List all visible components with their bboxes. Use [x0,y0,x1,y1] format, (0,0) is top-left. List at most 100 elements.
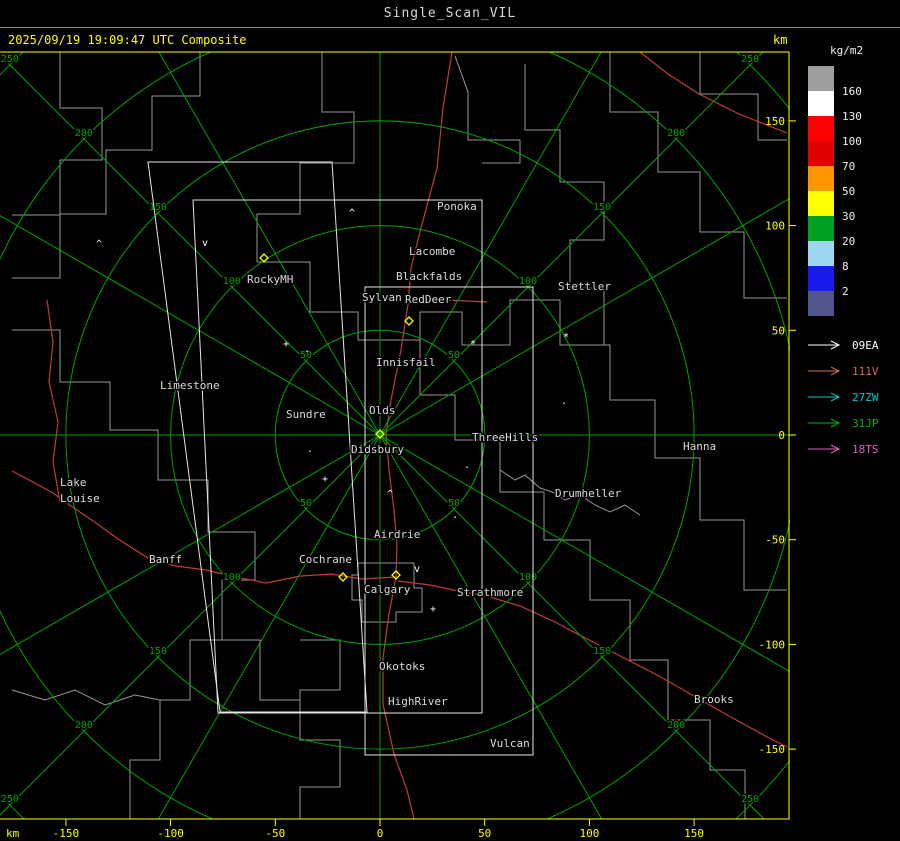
range-label: 50 [448,498,460,509]
azimuth-spoke [0,215,381,436]
county-boundary [11,689,161,706]
town-marker: . [561,396,567,407]
range-label: 150 [149,202,167,213]
radar-site-id: 111V [852,364,879,378]
city-label: ThreeHills [472,431,538,444]
city-label: Calgary [364,583,411,596]
city-label: Sundre [286,408,326,421]
range-label: 200 [667,128,685,139]
range-label: 150 [593,202,611,213]
legend-panel: kg/m2 160 130 100 70 50 30 20 8 2 09EA 111V 27ZW 31… [802,44,898,462]
azimuth-spoke [379,434,603,819]
town-marker: + [430,604,436,615]
town-marker: . [464,460,470,471]
town-marker: v [202,238,208,249]
range-label: 250 [741,54,759,65]
bottom-axis-label: 150 [684,827,704,840]
scale-swatch [808,166,834,191]
city-label: Stettler [558,280,611,293]
city-labels: Ponoka Lacombe Blackfalds Sylvan RedDeer Rock… [59,199,736,752]
radar-site-id: 27ZW [852,390,879,404]
scale-swatch [808,91,834,116]
range-label: 250 [1,794,19,805]
county-boundary [299,639,341,819]
right-axis-label: 150 [765,115,785,128]
range-rings: 50 50 50 50 100 100 100 100 150 150 150 150 200 200 20… [0,52,790,819]
range-ring [0,52,790,819]
town-marker: v [414,564,420,575]
town-marker: * [470,339,476,350]
color-scale: 160 130 100 70 50 30 20 8 2 [802,66,898,316]
scale-entry: 8 [802,241,898,273]
station-diamond-marker [338,572,348,582]
city-label: Lake [60,476,87,489]
city-label: Airdrie [374,528,420,541]
scale-swatch [808,66,834,91]
city-label: Okotoks [379,660,425,673]
bottom-axis-label: 100 [579,827,599,840]
range-label: 150 [593,646,611,657]
town-marker: . [304,344,310,355]
range-label: 100 [519,572,537,583]
county-boundary [256,52,355,262]
county-boundary [222,639,300,701]
city-label: Limestone [160,379,220,392]
right-axis-label: -50 [765,534,785,547]
scale-entry: 100 [802,116,898,148]
scale-entry: 160 [802,66,898,98]
city-label: Didsbury [351,443,404,456]
city-label: RockyMH [247,273,293,286]
city-label: Ponoka [437,200,477,213]
town-marker: . [307,444,313,455]
town-marker: ^ [96,239,102,250]
radar-site-arrow-icon [808,444,841,454]
city-label: Banff [149,553,182,566]
radar-map[interactable]: 50 50 50 50 100 100 100 100 150 150 150 150 200 200 20… [0,0,800,841]
range-label: 200 [75,128,93,139]
scale-entry: 130 [802,91,898,123]
town-marker: ^ [349,208,355,219]
town-marker: + [322,474,328,485]
range-label: 50 [300,498,312,509]
radar-site-id: 31JP [852,416,879,430]
range-ring [0,52,790,819]
azimuth-spoke [379,52,602,436]
town-marker: + [283,339,289,350]
town-marker: . [452,510,458,521]
scale-swatch [808,191,834,216]
radar-site-arrow-icon [808,366,841,376]
range-label: 100 [519,276,537,287]
city-label: Innisfail [376,356,436,369]
range-label: 150 [149,646,167,657]
city-label: Cochrane [299,553,352,566]
county-boundary [12,329,256,819]
bottom-axis-label: 50 [478,827,491,840]
right-axis-label: 0 [778,429,785,442]
city-label: Sylvan [362,291,402,304]
county-boundary [604,344,787,591]
county-boundary [12,52,201,279]
range-label: 100 [223,572,241,583]
scale-entry: 50 [802,166,898,198]
radar-sites-legend: 09EA 111V 27ZW 31JP 18TS [802,332,898,462]
bottom-axis-label: -50 [265,827,285,840]
radar-site-id: 18TS [852,442,879,456]
radar-site-arrow-icon [808,392,841,402]
city-label: Hanna [683,440,716,453]
bottom-axis-unit: km [6,827,20,840]
range-label: 250 [1,54,19,65]
range-label: 250 [741,794,759,805]
right-axis-label: -100 [759,638,786,651]
city-label: Drumheller [555,487,622,500]
scale-swatch [808,216,834,241]
city-label: RedDeer [405,293,452,306]
scale-entry [802,291,898,316]
highway [397,580,788,748]
azimuth-spoke [157,434,381,819]
range-label: 200 [75,720,93,731]
radar-site-arrow-icon [808,418,841,428]
city-label: Lacombe [409,245,455,258]
town-marker: ^ [387,489,393,500]
scale-entry: 70 [802,141,898,173]
radar-site-id: 09EA [852,338,879,352]
